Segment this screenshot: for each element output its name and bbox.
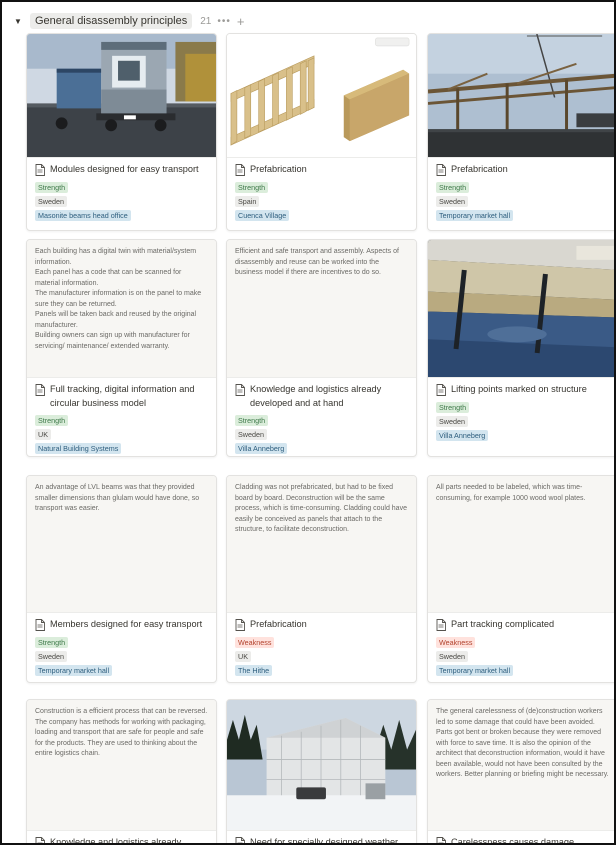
card-title: Prefabrication xyxy=(451,164,508,174)
card-title: Part tracking complicated xyxy=(451,619,555,629)
card[interactable]: Need for specially designed weather xyxy=(226,699,417,845)
country-tag: UK xyxy=(235,650,251,662)
page-icon xyxy=(436,164,446,176)
project-tag: Temporary market hall xyxy=(436,209,514,221)
card-title: Prefabrication xyxy=(250,619,307,629)
country-tag: Sweden xyxy=(436,415,468,427)
type-tag: Strength xyxy=(35,636,69,648)
project-tag: Temporary market hall xyxy=(436,664,514,676)
page-icon xyxy=(35,837,45,843)
country-tag: Sweden xyxy=(436,650,468,662)
timber-frame-illustration xyxy=(227,34,416,157)
type-tag: Weakness xyxy=(235,636,275,648)
card-cover-text: Cladding was not prefabricated, but had … xyxy=(227,476,416,613)
card-cover-image xyxy=(428,240,614,378)
country-tag: Sweden xyxy=(35,195,67,207)
card-cover-text: Each building has a digital twin with ma… xyxy=(27,240,216,378)
project-tag: Natural Building Systems xyxy=(35,443,122,454)
card[interactable]: All parts needed to be labeled, which wa… xyxy=(427,475,614,683)
card-cover-image xyxy=(227,700,416,831)
page-icon xyxy=(436,384,446,396)
weather-protection-building-image xyxy=(227,700,416,830)
group-header: ▼ General disassembly principles 21 ••• … xyxy=(14,11,244,31)
type-tag: Strength xyxy=(35,415,69,426)
country-tag: Sweden xyxy=(235,429,267,440)
card-title: Knowledge and logistics already develope… xyxy=(250,384,382,408)
type-tag: Strength xyxy=(235,415,269,426)
more-horizontal-icon[interactable]: ••• xyxy=(217,16,231,27)
card-title: Prefabrication xyxy=(250,164,307,174)
card-cover-image xyxy=(428,34,614,158)
project-tag: Villa Anneberg xyxy=(235,443,288,454)
group-count: 21 xyxy=(200,15,212,27)
truck-module-image xyxy=(27,34,216,157)
page-icon xyxy=(235,164,245,176)
card[interactable]: Cladding was not prefabricated, but had … xyxy=(226,475,417,683)
card-cover-text: Efficient and safe transport and assembl… xyxy=(227,240,416,378)
project-tag: Cuenca Village xyxy=(235,209,290,221)
type-tag: Strength xyxy=(436,181,470,193)
card-title: Need for specially designed weather xyxy=(250,837,399,845)
card[interactable]: Each building has a digital twin with ma… xyxy=(26,239,217,457)
type-tag: Strength xyxy=(436,401,470,413)
card[interactable]: Construction is a efficient process that… xyxy=(26,699,217,845)
triangle-down-icon[interactable]: ▼ xyxy=(14,17,24,26)
group-title[interactable]: General disassembly principles xyxy=(30,13,193,29)
page-icon xyxy=(436,619,446,631)
card[interactable]: Lifting points marked on structure Stren… xyxy=(427,239,614,457)
country-tag: Sweden xyxy=(35,650,67,662)
card[interactable]: An advantage of LVL beams was that they … xyxy=(26,475,217,683)
card-cover-text: The general carelessness of (de)construc… xyxy=(428,700,614,831)
card-cover-text: An advantage of LVL beams was that they … xyxy=(27,476,216,613)
country-tag: Sweden xyxy=(436,195,468,207)
type-tag: Strength xyxy=(35,181,69,193)
country-tag: Spain xyxy=(235,195,260,207)
lifting-point-image xyxy=(428,240,614,377)
project-tag: Temporary market hall xyxy=(35,664,113,676)
page-icon xyxy=(436,837,446,843)
page-icon xyxy=(235,384,245,396)
page-icon xyxy=(35,164,45,176)
board-view: ▼ General disassembly principles 21 ••• … xyxy=(0,0,616,845)
timber-structure-crane-image xyxy=(428,34,614,157)
card-title: Full tracking, digital information and c… xyxy=(50,384,195,408)
card[interactable]: Prefabrication Strength Spain Cuenca Vil… xyxy=(226,33,417,231)
page-icon xyxy=(35,619,45,631)
project-tag: Villa Anneberg xyxy=(436,429,489,441)
page-icon xyxy=(235,619,245,631)
page-icon xyxy=(235,837,245,843)
card[interactable]: Prefabrication Strength Sweden Temporary… xyxy=(427,33,614,231)
card[interactable]: The general carelessness of (de)construc… xyxy=(427,699,614,845)
page-icon xyxy=(35,384,45,396)
card-cover-text: Construction is a efficient process that… xyxy=(27,700,216,831)
plus-icon[interactable]: + xyxy=(237,14,245,29)
card-title: Lifting points marked on structure xyxy=(451,384,587,394)
card-cover-image xyxy=(227,34,416,158)
card-cover-image xyxy=(27,34,216,158)
type-tag: Weakness xyxy=(436,636,476,648)
card-title: Modules designed for easy transport xyxy=(50,164,199,174)
type-tag: Strength xyxy=(235,181,269,193)
card-cover-text: All parts needed to be labeled, which wa… xyxy=(428,476,614,613)
card[interactable]: Modules designed for easy transport Stre… xyxy=(26,33,217,231)
project-tag: The Hithe xyxy=(235,664,273,676)
card[interactable]: Efficient and safe transport and assembl… xyxy=(226,239,417,457)
card-title: Knowledge and logistics already xyxy=(50,837,182,845)
project-tag: Masonite beams head office xyxy=(35,209,131,221)
card-title: Carelessness causes damage xyxy=(451,837,575,845)
card-title: Members designed for easy transport xyxy=(50,619,203,629)
country-tag: UK xyxy=(35,429,51,440)
